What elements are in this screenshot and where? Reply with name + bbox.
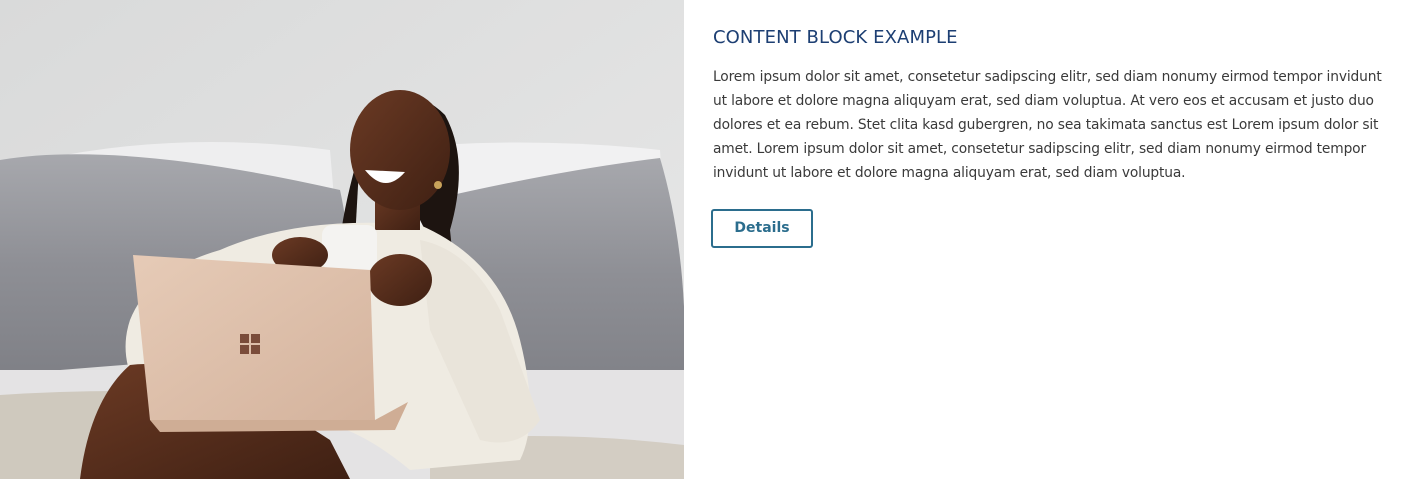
content-block-title: CONTENT BLOCK EXAMPLE	[713, 27, 958, 48]
content-block-text: CONTENT BLOCK EXAMPLE Lorem ipsum dolor …	[684, 0, 1416, 479]
photo-illustration	[0, 0, 684, 479]
content-block: CONTENT BLOCK EXAMPLE Lorem ipsum dolor …	[0, 0, 1416, 479]
content-block-body: Lorem ipsum dolor sit amet, consetetur s…	[713, 69, 1382, 181]
details-button[interactable]: Details	[711, 209, 813, 248]
content-block-image	[0, 0, 684, 479]
